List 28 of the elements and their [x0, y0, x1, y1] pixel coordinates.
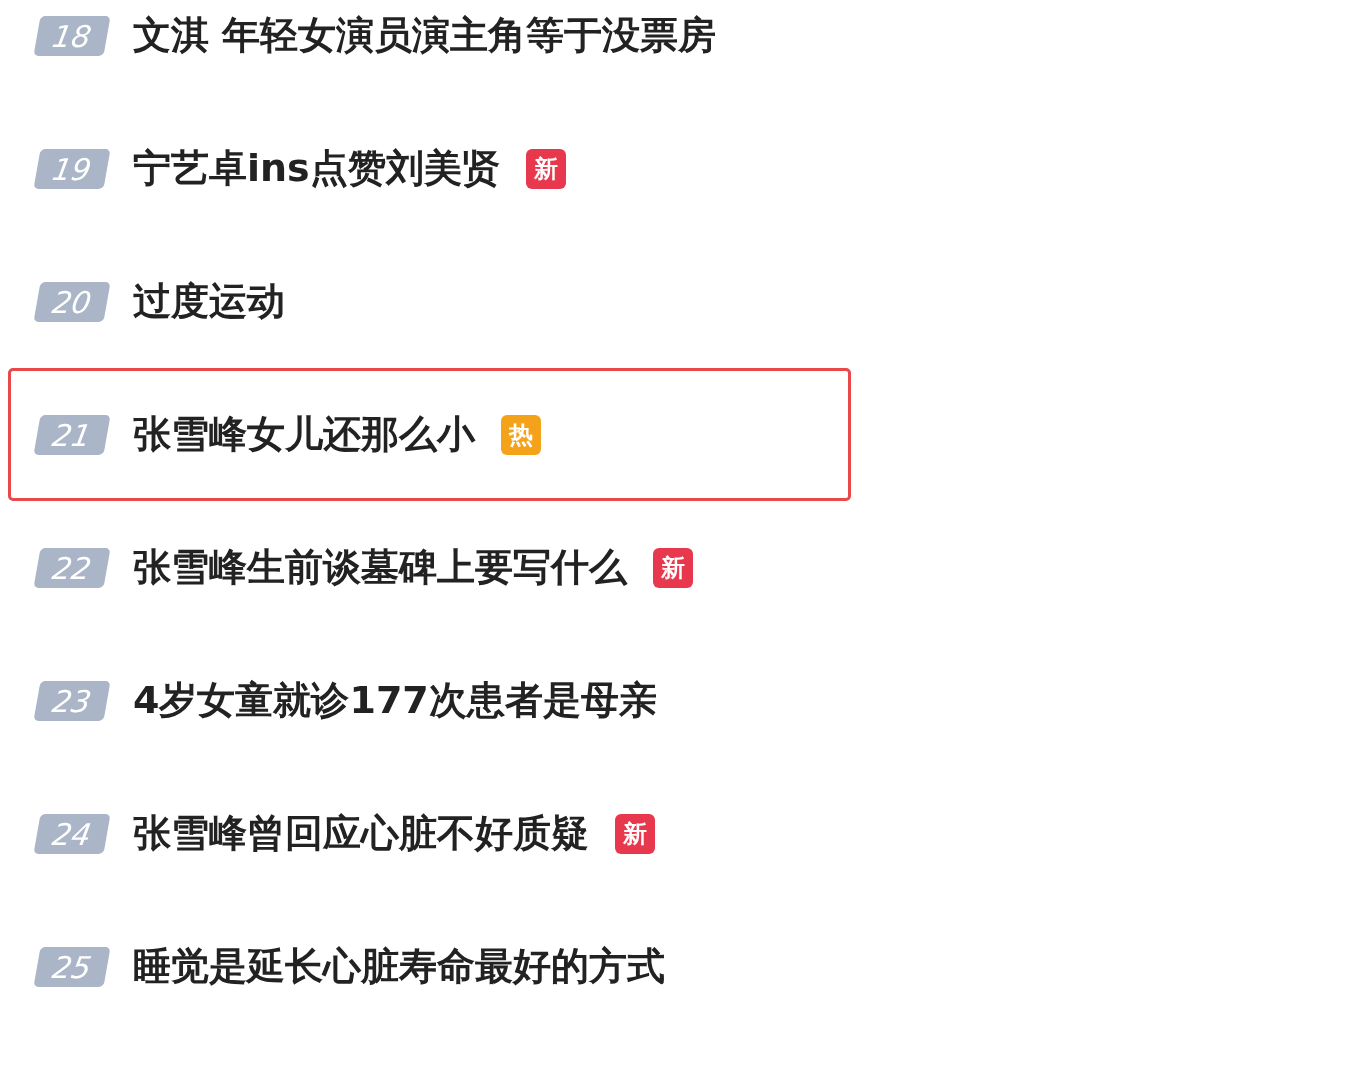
list-row[interactable]: 23 4岁女童就诊177次患者是母亲 — [8, 634, 851, 767]
trend-badge: 新 — [525, 148, 566, 189]
trend-title: 过度运动 — [133, 278, 285, 325]
trend-title: 睡觉是延长心脏寿命最好的方式 — [133, 943, 665, 990]
rank-number: 20 — [33, 281, 111, 322]
list-row[interactable]: 24 张雪峰曾回应心脏不好质疑 新 — [8, 767, 851, 900]
rank-number: 19 — [33, 148, 111, 189]
trend-title: 张雪峰女儿还那么小 — [133, 411, 475, 458]
rank-number: 22 — [33, 547, 111, 588]
trend-badge: 新 — [615, 813, 655, 854]
list-row[interactable]: 22 张雪峰生前谈墓碑上要写什么 新 — [8, 501, 851, 634]
list-row[interactable]: 19 宁艺卓ins点赞刘美贤 新 — [8, 102, 851, 235]
list-row[interactable]: 25 睡觉是延长心脏寿命最好的方式 — [8, 900, 851, 1033]
rank-number: 25 — [33, 946, 111, 987]
rank-number: 23 — [33, 680, 111, 721]
trend-title: 宁艺卓ins点赞刘美贤 — [133, 145, 500, 192]
highlight-frame[interactable]: 21 张雪峰女儿还那么小 热 — [8, 368, 851, 501]
rank-number: 24 — [33, 813, 111, 854]
rank-number: 21 — [33, 414, 111, 455]
trend-title: 张雪峰曾回应心脏不好质疑 — [133, 810, 589, 857]
trend-title: 文淇 年轻女演员演主角等于没票房 — [133, 12, 717, 59]
trend-badge: 热 — [501, 414, 541, 455]
list-row[interactable]: 20 过度运动 — [8, 235, 851, 368]
trend-title: 张雪峰生前谈墓碑上要写什么 — [133, 544, 627, 591]
list-row[interactable]: 18 文淇 年轻女演员演主角等于没票房 — [8, 0, 851, 102]
rank-number: 18 — [33, 15, 111, 56]
trend-title: 4岁女童就诊177次患者是母亲 — [133, 677, 657, 724]
trend-badge: 新 — [653, 547, 693, 588]
